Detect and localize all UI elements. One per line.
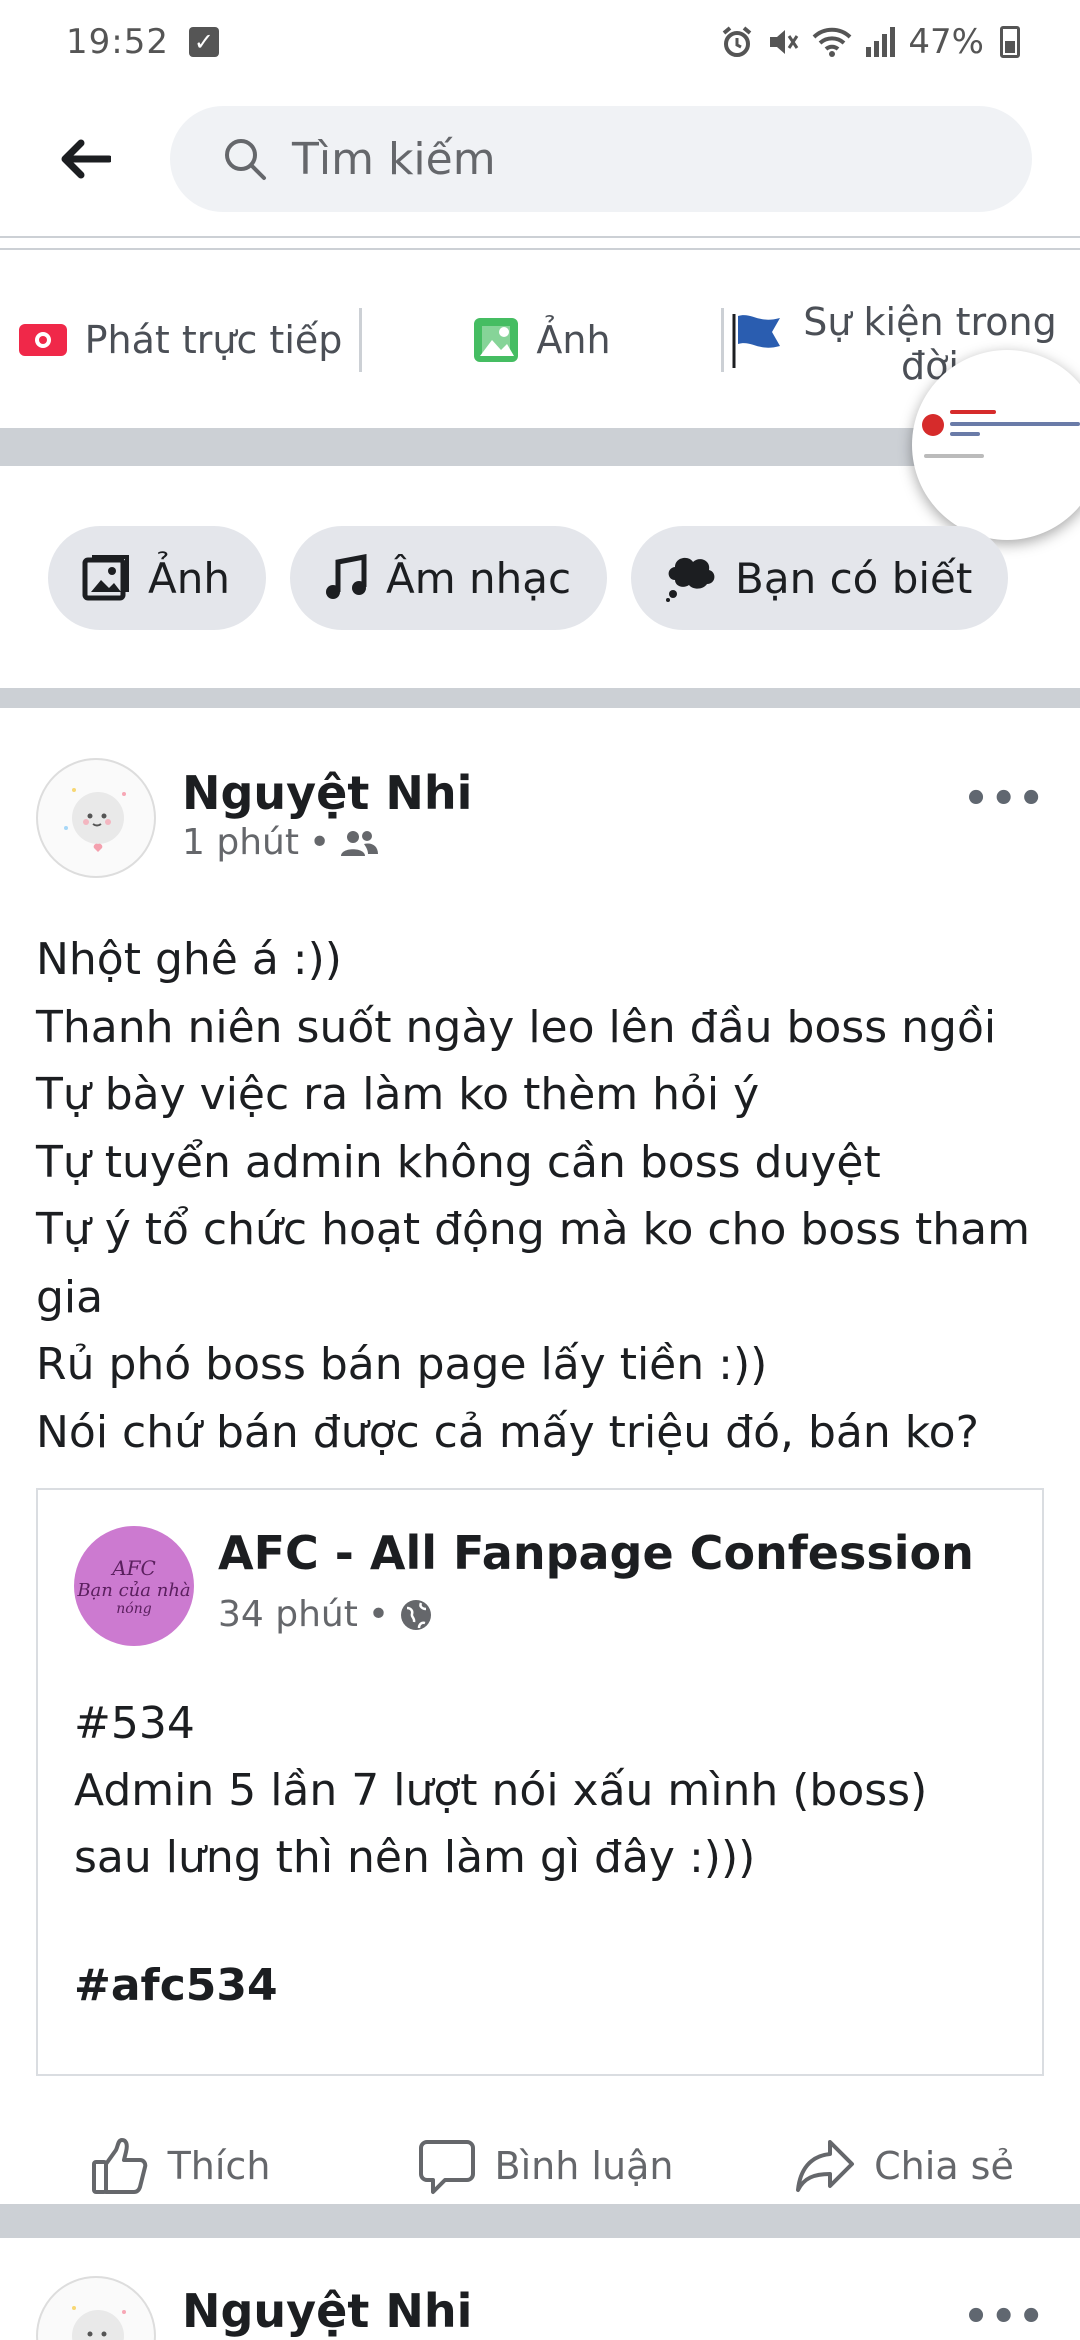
shared-post-text: #534 Admin 5 lần 7 lượt nói xấu mình (bo… <box>74 1698 928 1883</box>
moon-avatar-icon <box>64 788 126 852</box>
photo-button[interactable]: Ảnh <box>362 308 724 372</box>
meta-separator: • <box>308 822 331 863</box>
chip-photo-label: Ảnh <box>148 553 230 603</box>
post-meta: 1 phút • <box>182 822 379 863</box>
bubble-line <box>950 422 1080 426</box>
avatar[interactable] <box>36 2276 156 2340</box>
wifi-icon <box>813 27 852 57</box>
bubble-red-dot <box>922 414 944 436</box>
avatar[interactable] <box>36 758 156 878</box>
post-more-button[interactable]: ••• <box>963 2294 1046 2340</box>
back-arrow-icon <box>61 139 111 179</box>
signal-icon <box>866 27 896 57</box>
photo-icon <box>474 318 519 362</box>
mute-icon <box>770 30 799 54</box>
live-video-button[interactable]: Phát trực tiếp <box>0 308 362 372</box>
status-icons: 47% <box>720 22 1020 62</box>
next-feed-post: Nguyệt Nhi ••• <box>0 2240 1080 2340</box>
flag-icon <box>732 314 780 368</box>
post-time[interactable]: 1 phút <box>182 822 299 863</box>
chip-music[interactable]: Âm nhạc <box>289 526 608 630</box>
alarm-icon <box>723 26 752 57</box>
battery-icon <box>1000 26 1020 58</box>
post-author[interactable]: Nguyệt Nhi <box>182 766 472 820</box>
avatar-text-2: Bạn của nhà <box>77 1579 191 1601</box>
live-video-label: Phát trực tiếp <box>84 318 343 362</box>
checkbox-notification-icon: ✓ <box>188 27 219 57</box>
meta-separator: • <box>367 1594 390 1635</box>
share-arrow-icon <box>796 2140 855 2192</box>
status-bar: 19:52 ✓ 47% <box>0 0 1080 84</box>
shared-post-hashtag[interactable]: #afc534 <box>74 1960 278 2011</box>
thumbs-up-icon <box>91 2138 147 2194</box>
avatar-text-1: AFC <box>112 1555 156 1580</box>
live-video-icon <box>18 324 67 356</box>
shared-post-card[interactable]: AFC Bạn của nhà nóng AFC - All Fanpage C… <box>36 1488 1044 2076</box>
like-label: Thích <box>167 2144 271 2188</box>
shared-page-name[interactable]: AFC - All Fanpage Confession <box>218 1526 974 1580</box>
back-button[interactable] <box>0 84 170 234</box>
friends-icon <box>341 830 379 856</box>
post-more-button[interactable]: ••• <box>963 776 1046 822</box>
search-input[interactable]: Tìm kiếm <box>170 106 1032 212</box>
photo-label: Ảnh <box>536 318 611 362</box>
search-icon <box>225 139 266 180</box>
section-divider <box>0 2204 1080 2238</box>
chip-music-label: Âm nhạc <box>385 553 572 603</box>
post-header: Nguyệt Nhi 1 phút • ••• <box>36 758 1046 882</box>
music-note-icon <box>325 554 367 599</box>
shared-post-time[interactable]: 34 phút <box>218 1594 358 1635</box>
shared-post-meta: 34 phút • <box>218 1594 433 1635</box>
photo-icon <box>82 555 129 601</box>
search-header: Tìm kiếm <box>0 84 1080 234</box>
chip-did-you-know-label: Bạn có biết <box>735 553 973 603</box>
shared-page-avatar[interactable]: AFC Bạn của nhà nóng <box>74 1526 194 1646</box>
post-author[interactable]: Nguyệt Nhi <box>182 2284 472 2338</box>
bubble-line <box>950 432 980 436</box>
section-divider <box>0 688 1080 708</box>
header-divider <box>0 236 1080 250</box>
post-type-chips: Ảnh Âm nhạc Bạn có biết <box>0 520 1080 636</box>
battery-percent: 47% <box>908 22 984 62</box>
globe-icon <box>401 1599 432 1630</box>
avatar-text-3: nóng <box>116 1600 152 1617</box>
chip-did-you-know[interactable]: Bạn có biết <box>631 526 1009 630</box>
status-time: 19:52 <box>66 22 169 62</box>
composer-actions: Phát trực tiếp Ảnh Sự kiện trong đời <box>0 252 1080 428</box>
moon-avatar-icon <box>72 2306 126 2340</box>
bubble-line <box>924 454 984 458</box>
chip-photo[interactable]: Ảnh <box>48 526 266 630</box>
comment-icon <box>418 2140 475 2194</box>
thought-bubble-icon <box>666 557 715 602</box>
bubble-line <box>950 410 996 414</box>
search-placeholder: Tìm kiếm <box>292 133 496 185</box>
post-text: Nhột ghê á :)) Thanh niên suốt ngày leo … <box>36 934 1030 1458</box>
comment-label: Bình luận <box>494 2144 674 2188</box>
share-label: Chia sẻ <box>874 2144 1014 2188</box>
